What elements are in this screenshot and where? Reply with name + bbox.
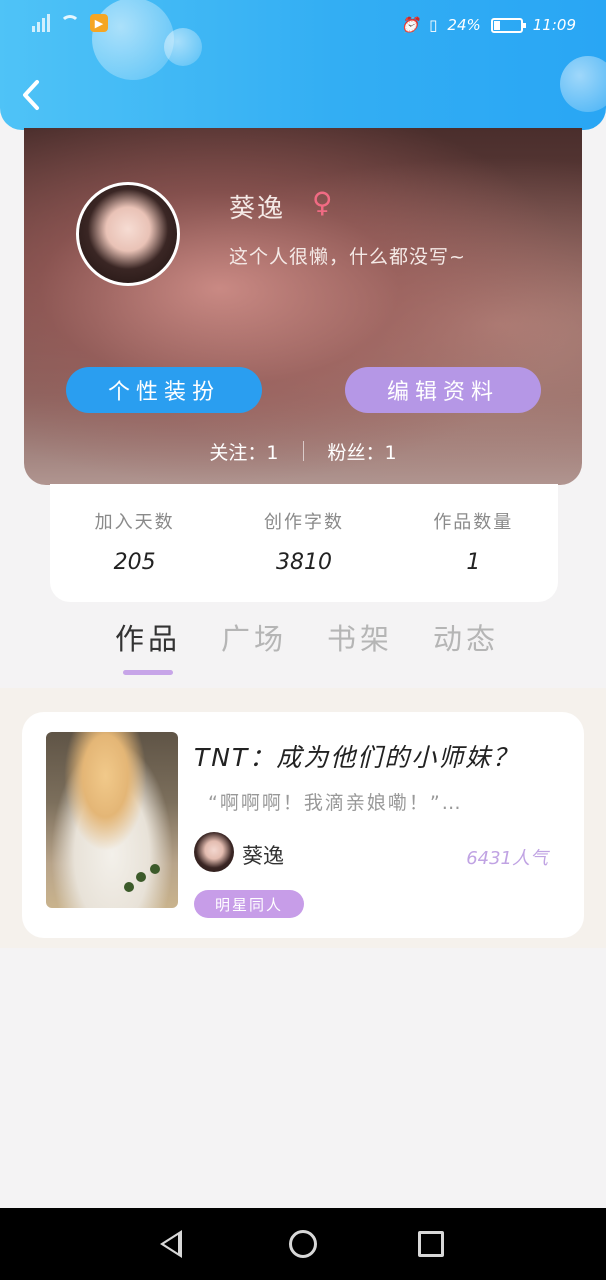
decorative-bubble [560, 56, 606, 112]
divider [302, 441, 304, 461]
genre-tag[interactable]: 明星同人 [194, 890, 304, 918]
decorative-leaf [136, 872, 146, 882]
battery-percent: 24% [447, 16, 481, 34]
wifi-icon [60, 15, 80, 31]
author-name[interactable]: 葵逸 [242, 840, 284, 870]
battery-icon [490, 17, 526, 33]
decorative-leaf [124, 882, 134, 892]
stat-value: 3810 [275, 550, 332, 575]
edit-profile-button[interactable]: 编辑资料 [345, 367, 541, 413]
alarm-icon: ⏰ [400, 16, 420, 34]
app-notification-icon: ▶ [90, 14, 108, 32]
work-excerpt: “啊啊啊！我滴亲娘嘞！”… [208, 792, 463, 814]
stat-label: 加入天数 [94, 512, 175, 533]
following-count[interactable]: 关注：1 [209, 438, 278, 465]
tab-bar: 作品 广场 书架 动态 [110, 616, 504, 658]
nav-home-icon[interactable] [289, 1230, 317, 1258]
followers-count[interactable]: 粉丝：1 [328, 438, 397, 465]
dress-up-button[interactable]: 个性装扮 [66, 367, 262, 413]
stat-word-count: 创作字数 3810 [229, 508, 379, 602]
tab-activity[interactable]: 动态 [428, 616, 504, 658]
profile-name: 葵逸 [229, 194, 286, 224]
female-icon: ♀ [312, 186, 333, 219]
tab-bookshelf[interactable]: 书架 [322, 616, 398, 658]
tab-works[interactable]: 作品 [110, 616, 186, 658]
back-button[interactable] [20, 78, 50, 118]
stat-value: 1 [466, 550, 481, 575]
signal-icon [32, 14, 50, 32]
work-card[interactable]: TNT：成为他们的小师妹？ “啊啊啊！我滴亲娘嘞！”… 葵逸 6431人气 明星… [22, 712, 584, 938]
profile-card: 葵逸 ♀ 这个人很懒，什么都没写~ 个性装扮 编辑资料 关注：1 粉丝：1 [24, 128, 582, 485]
stat-join-days: 加入天数 205 [60, 508, 210, 602]
work-cover-image[interactable] [46, 732, 178, 908]
header-bar: ▶ ⏰ ▯ 24% 11:09 [0, 0, 606, 130]
profile-bio: 这个人很懒，什么都没写~ [229, 246, 466, 268]
stat-label: 作品数量 [433, 512, 514, 533]
work-title[interactable]: TNT：成为他们的小师妹？ [194, 738, 519, 774]
stat-label: 创作字数 [263, 512, 344, 533]
stat-value: 205 [113, 550, 156, 575]
avatar[interactable] [76, 182, 180, 286]
chevron-left-icon [23, 80, 39, 110]
nav-recents-icon[interactable] [418, 1231, 444, 1257]
nav-back-icon[interactable] [160, 1230, 182, 1258]
clock: 11:09 [532, 16, 576, 34]
author-avatar[interactable] [194, 832, 234, 872]
status-bar: ▶ ⏰ ▯ 24% 11:09 [0, 0, 606, 50]
follow-stats: 关注：1 粉丝：1 [24, 436, 582, 466]
stats-panel: 加入天数 205 创作字数 3810 作品数量 1 [50, 484, 558, 602]
tab-square[interactable]: 广场 [216, 616, 292, 658]
stat-work-count: 作品数量 1 [398, 508, 548, 602]
system-nav-bar [0, 1208, 606, 1280]
vibrate-icon: ▯ [429, 16, 438, 34]
popularity-count: 6431人气 [466, 848, 548, 869]
decorative-leaf [150, 864, 160, 874]
active-tab-indicator [123, 670, 173, 675]
